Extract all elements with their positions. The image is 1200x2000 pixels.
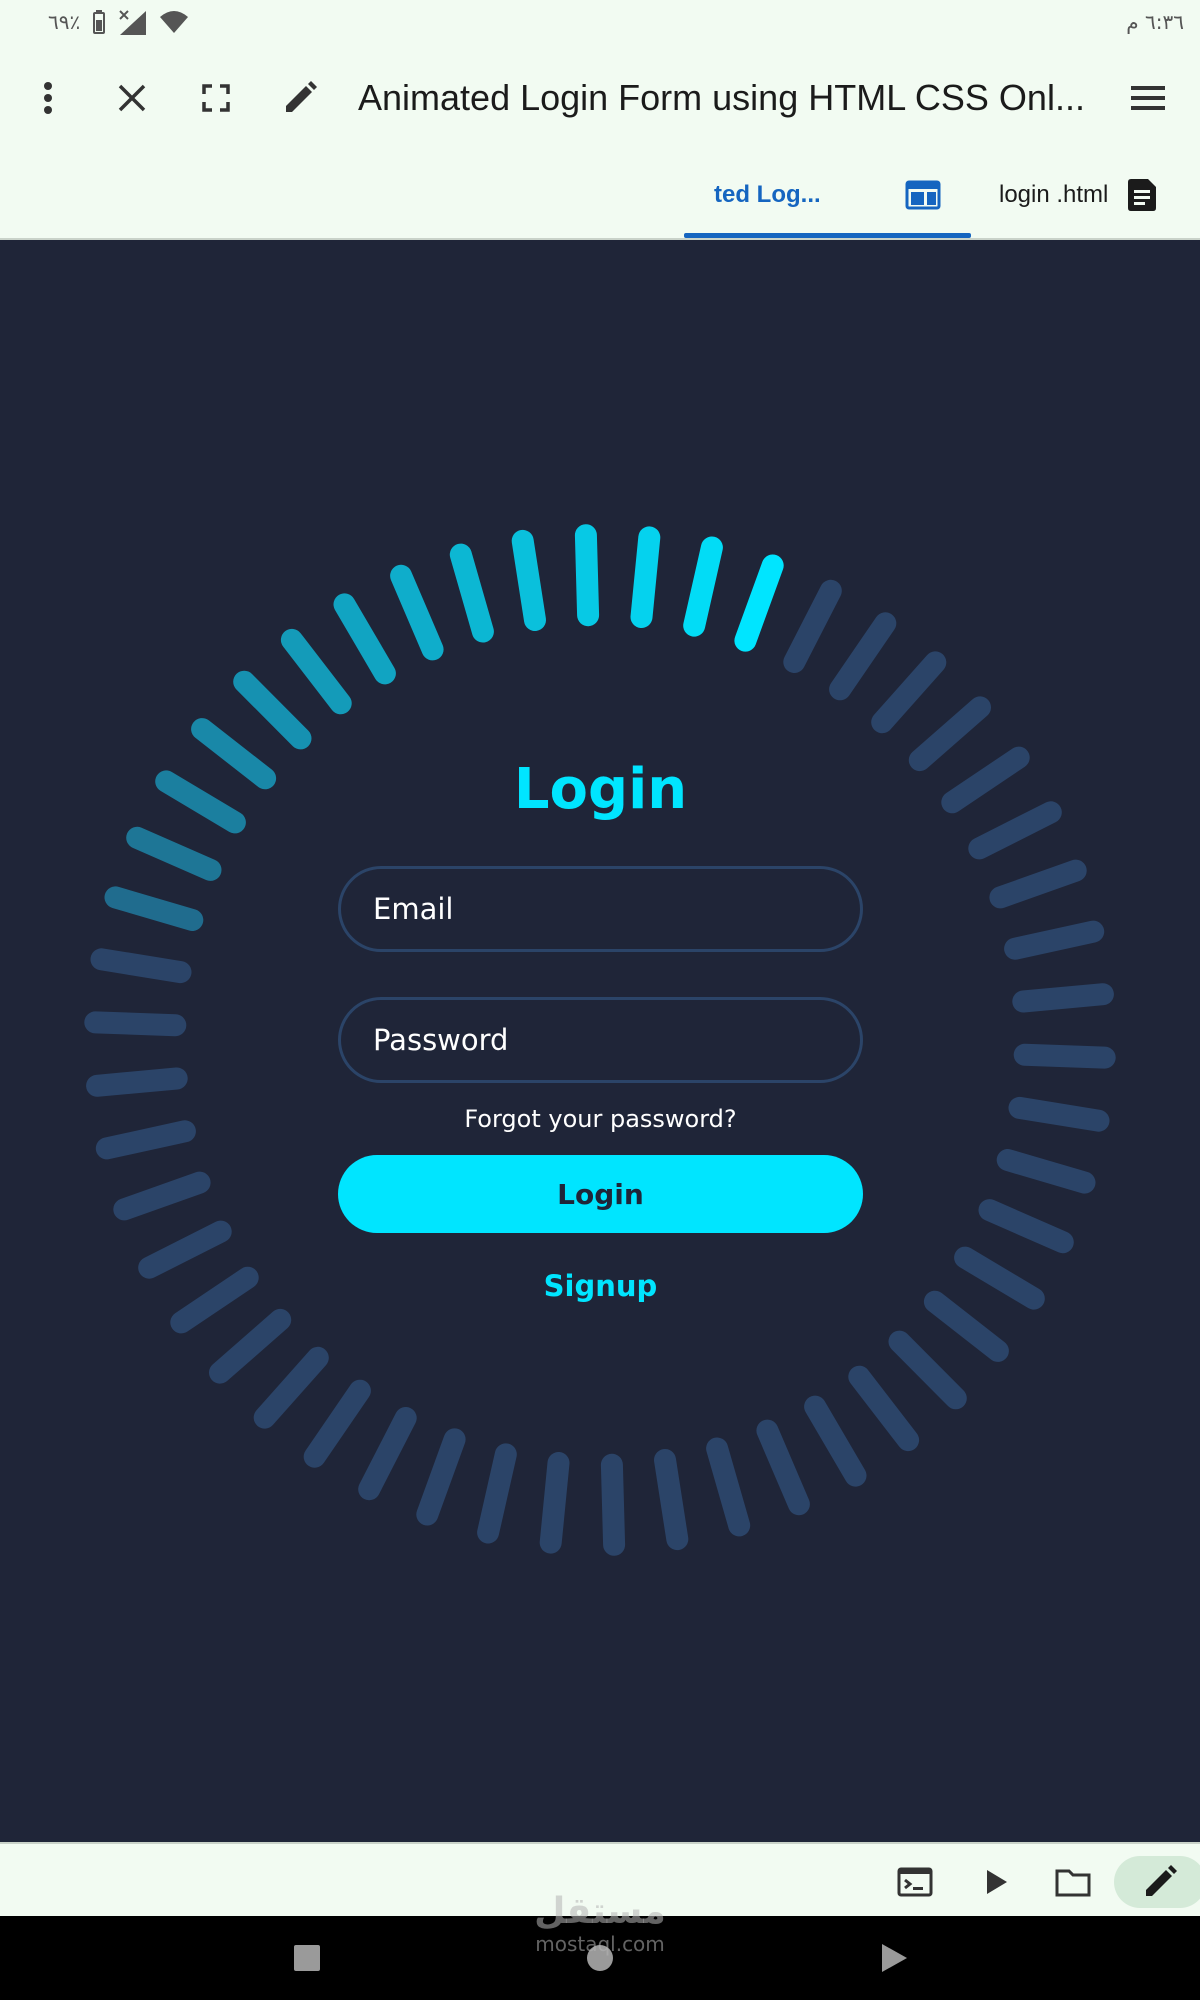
terminal-button[interactable] [885,1852,945,1912]
run-button[interactable] [966,1852,1026,1912]
ring-segment [138,1220,232,1279]
page-title: Animated Login Form using HTML CSS Onl..… [358,77,1085,118]
ring-segment [86,1067,188,1097]
ring-segment [477,1443,517,1544]
ring-segment [908,696,991,772]
ring-segment [888,1330,967,1410]
ring-segment [1012,983,1114,1013]
ring-segment [113,1171,211,1221]
ring-segment [996,1149,1096,1194]
tab-preview[interactable]: ted Log... [684,152,971,238]
ring-segment [233,670,312,750]
ring-segment [253,1346,329,1429]
fullscreen-icon [202,84,230,112]
ring-segment [1004,920,1105,960]
ring-segment [804,1395,867,1487]
ring-segment [191,718,277,790]
ring-segment [848,1365,920,1452]
ring-segment [600,1453,626,1556]
ring-segment [978,1199,1074,1254]
ring-segment [155,770,246,834]
tab-login-html[interactable]: login .html [985,152,1200,238]
ring-segment [539,1452,570,1554]
ring-segment [630,526,661,628]
forgot-password-link[interactable]: Forgot your password? [338,1105,863,1133]
watermark-arabic: مستقل [534,1891,666,1932]
edit-title-button[interactable] [258,56,342,140]
ring-segment [303,1379,371,1468]
ring-segment [209,1308,292,1384]
files-button[interactable] [1043,1852,1103,1912]
menu-button[interactable] [1106,56,1190,140]
ring-segment [923,1290,1009,1362]
ring-segment [574,524,600,627]
folder-icon [1055,1869,1091,1897]
battery-icon [93,10,106,34]
edit-mode-button[interactable] [1114,1856,1200,1908]
ring-segment [989,859,1087,909]
signup-link[interactable]: Signup [338,1269,863,1303]
ring-segment [756,1419,810,1516]
ring-segment [170,1266,259,1334]
close-button[interactable] [90,56,174,140]
watermark-latin: mostaql.com [535,1932,665,1956]
recents-square-icon [294,1945,320,1971]
ring-segment [941,746,1030,814]
tab-preview-label: ted Log... [714,181,821,208]
recents-button[interactable] [277,1928,337,1988]
document-icon [1128,179,1157,211]
menu-icon [1131,86,1165,110]
ring-segment [1008,1096,1110,1132]
ring-segment [84,1011,187,1037]
ring-segment [416,1428,466,1526]
password-input[interactable]: Password [338,997,863,1083]
more-options-button[interactable] [6,56,90,140]
fullscreen-button[interactable] [174,56,258,140]
ring-segment [390,564,444,661]
ring-segment [654,1449,689,1551]
ring-segment [449,543,494,643]
ring-segment [280,628,352,715]
wifi-icon [160,11,189,33]
ring-segment [829,612,897,701]
ring-segment [1013,1043,1116,1069]
file-tabs: ted Log... login .html [0,152,1200,238]
edit-icon [1146,1865,1177,1896]
login-button[interactable]: Login [338,1155,863,1233]
ring-segment [511,529,546,631]
status-left: ٦٩٪ [48,9,189,35]
more-vert-icon [44,82,52,114]
ring-segment [871,651,947,734]
ring-segment [126,826,222,881]
login-title: Login [513,757,688,822]
back-button[interactable] [864,1928,924,1988]
back-triangle-icon [882,1944,907,1972]
ring-segment [104,886,204,931]
cellular-signal-icon [119,10,147,35]
app-toolbar: Animated Login Form using HTML CSS Onl..… [0,44,1200,152]
edit-icon [286,81,317,112]
ring-segment [968,801,1062,860]
ring-segment [358,1407,417,1501]
ring-segment [683,536,723,637]
ring-segment [333,593,396,685]
email-input[interactable]: Email [338,866,863,952]
ring-segment [95,1120,196,1160]
status-bar: ٦٩٪ ٦:٣٦ م [0,0,1200,44]
login-form: Login Email Password Forgot your passwor… [338,750,863,1303]
status-time: ٦:٣٦ م [1126,10,1184,34]
html-preview: Login Email Password Forgot your passwor… [0,240,1200,1842]
tab-login-html-label: login .html [999,181,1109,208]
ring-segment [783,579,842,673]
ring-segment [90,948,192,984]
web-preview-icon [905,180,941,210]
terminal-icon [897,1867,933,1897]
play-icon [987,1870,1007,1894]
ring-segment [954,1246,1045,1310]
ring-segment [734,554,784,652]
watermark: مستقل mostaql.com [500,1891,700,1957]
ring-segment [706,1437,751,1537]
battery-percent: ٦٩٪ [48,10,81,34]
close-icon [118,84,146,112]
